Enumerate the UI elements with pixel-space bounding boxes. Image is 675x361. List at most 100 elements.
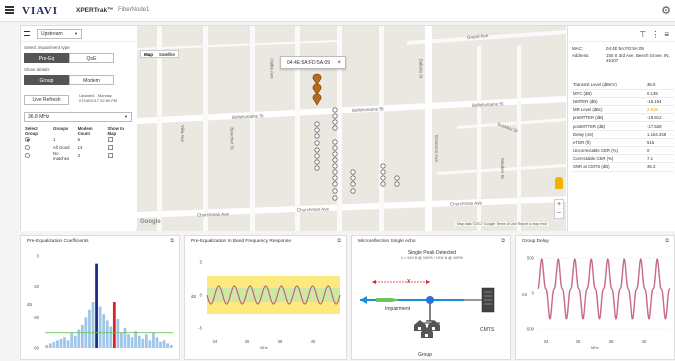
measurement-row: Correctable CER (%) 7.1 [572,154,674,164]
chevron-down-icon: ▼ [124,114,128,119]
zoom-out-icon[interactable]: − [555,209,563,218]
direction-select-value: Upstream [41,31,63,37]
coefficient-bar [148,340,152,348]
show-in-map-checkbox[interactable] [107,136,113,142]
tab-satellite[interactable]: Satellite [156,51,178,57]
measurement-table: Transmit Level (dBmV) 36.5 MTC (dB) 0.135 NM… [572,81,674,172]
tolerance-band [207,276,340,288]
filter-panel-header: Upstream ▼ [21,26,136,42]
coefficient-bar [123,328,127,348]
address-label: Address: [572,53,590,58]
show-in-map-checkbox[interactable] [107,144,113,150]
x-tick-label: 38 [278,339,283,344]
coefficient-bar [159,341,162,348]
coefficient-bar [130,337,134,348]
live-refresh-button[interactable]: Live Refresh [24,95,69,105]
measurement-value: -15.154 [646,97,674,107]
direction-select[interactable]: Upstream ▼ [37,29,82,39]
measurement-value: 7.1 [646,154,674,164]
map-attribution[interactable]: Map data ©2017 Google Terms of Use Repor… [455,222,550,226]
street-label: Emerson Ave [433,135,439,162]
measurement-name: Correctable CER (%) [572,154,646,164]
y-tick-label: -5 [198,326,202,331]
measurement-row: preMTTER (dB) -19.912 [572,113,674,123]
measurement-name: Delay (nS) [572,130,646,139]
coefficient-bar [109,326,113,348]
tab-map[interactable]: Map [141,51,156,57]
measurement-value: 0 [646,146,674,156]
map-canvas[interactable]: Map Satellite 04:4E:5A:FD:5A:09 × Bellef… [137,26,566,231]
modem-identity: MAC: 04:4E:5A:FD:5A:09 Address: 150 S 3r… [572,46,674,74]
impairment-type-label: Select impairment type [24,45,70,50]
coefficient-bar [127,334,130,348]
coefficient-bar [116,318,120,348]
street-label: Dakota St [418,58,424,79]
measurement-name: NMTER (dB) [572,97,646,107]
coefficient-bar [95,263,98,348]
group-table: Select Group Groups Modem Count Show In … [24,126,134,161]
street-view-icon[interactable] [555,177,563,189]
measurement-name: Transmit Level (dBmV) [572,81,646,90]
expand-icon[interactable]: ⧉ [170,238,174,244]
list-icon[interactable]: ≡ [664,30,674,39]
x-tick-label: 36 [576,339,581,344]
group-radio[interactable] [25,136,30,142]
map-type-tabs: Map Satellite [140,50,180,58]
measurement-name: SNR at CMTS (dB) [572,162,646,172]
y-tick-label: 5 [200,260,203,265]
coefficient-bar [70,332,74,348]
modem-count: 6 [77,136,80,142]
google-logo: Google [140,219,161,225]
measurement-name: eTDR (ft) [572,138,646,148]
group-radio[interactable] [25,153,30,159]
more-icon[interactable]: ⋮ [651,30,664,39]
coefficient-bar [80,325,84,348]
menu-icon[interactable] [5,6,14,14]
show-in-map-checkbox[interactable] [107,153,113,159]
y-tick-label: -500 [526,327,535,332]
measurement-value: 36.3 [646,162,674,172]
settings-icon[interactable]: ⚙ [661,4,671,17]
filter-panel: Upstream ▼ Select impairment type Pre-Eq… [21,26,136,231]
group-name: 1 [53,136,56,142]
modem-button[interactable]: Modem [69,75,114,85]
measurement-value: 0.135 [646,89,674,98]
expand-icon[interactable]: ⧉ [665,238,669,244]
group-button[interactable]: Group [24,75,69,85]
frequency-select-value: 36.8 MHz [28,114,50,120]
y-axis-label: nS [522,292,527,297]
card-title: Group Delay [522,239,549,244]
expand-icon[interactable]: ⧉ [337,238,341,244]
group-table-header: Select Group Groups Modem Count Show In … [24,126,134,136]
modem-count: 14 [77,144,83,150]
details-toggle: Group Modem [24,75,114,85]
measurement-value: 2.818 [646,105,674,115]
microreflection-card: Microreflection Single echo ⧉ Single Pea… [351,235,511,360]
coefficient-bar [144,334,148,348]
qoe-button[interactable]: QoE [69,53,114,63]
group-radio[interactable] [25,144,30,150]
panel-menu-icon[interactable] [24,31,30,36]
expand-icon[interactable]: ⧉ [501,238,505,244]
zoom-in-icon[interactable]: + [555,200,563,209]
close-icon[interactable]: × [337,57,341,69]
y-tick-label: -20 [33,284,40,289]
coefficient-bar [91,302,95,348]
echo-distance-label: X [407,279,411,285]
pre-eq-button[interactable]: Pre-Eq [24,53,69,63]
pin-icon[interactable]: ⊤ [639,30,651,39]
updated-timestamp: Updated - Monday 07/08/2017 02:50 PM [79,93,117,103]
mac-label: MAC: [572,46,583,51]
street-label: Manker St [499,158,505,179]
street-label: Ouilia Ave [269,58,275,79]
y-tick-label: 0 [37,254,40,259]
product-name: XPERTrak™ [76,7,114,14]
x-axis-label: MHz [591,346,599,350]
node-name: FiberNode1 [118,7,150,13]
frequency-select[interactable]: 36.8 MHz ▼ [24,112,132,122]
map-section: Upstream ▼ Select impairment type Pre-Eq… [20,25,675,231]
brand-logo: VIAVI [22,5,58,17]
col-show-in-map: Show In Map [107,126,124,136]
coefficient-bar [152,332,155,348]
table-row: 1 6 [24,136,134,144]
